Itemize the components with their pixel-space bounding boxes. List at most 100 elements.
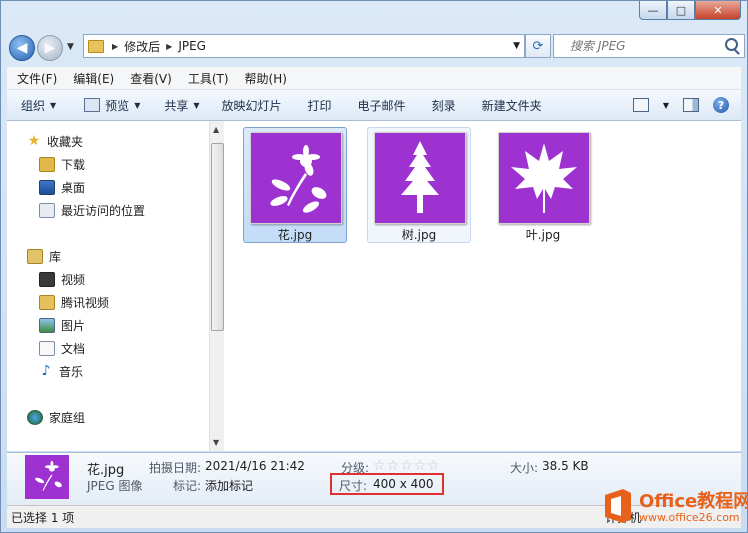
scroll-down-icon[interactable]: ▼ xyxy=(213,438,219,447)
menu-edit[interactable]: 编辑(E) xyxy=(67,70,120,87)
print-button[interactable]: 打印 xyxy=(308,97,332,114)
watermark-brand: Office教程网 xyxy=(639,491,748,512)
flower-icon xyxy=(35,460,62,491)
sidebar-item-music[interactable]: ♪ 音乐 xyxy=(39,361,83,381)
close-button[interactable]: ✕ xyxy=(695,1,741,20)
sidebar-item-tencent-video[interactable]: 腾讯视频 xyxy=(39,292,109,312)
preview-label: 预览 xyxy=(105,98,130,113)
tags-field[interactable]: 添加标记 xyxy=(205,477,253,494)
scroll-up-icon[interactable]: ▲ xyxy=(213,125,219,134)
burn-button[interactable]: 刻录 xyxy=(432,97,456,114)
search-input[interactable] xyxy=(568,38,722,54)
pictures-library-icon xyxy=(39,317,55,333)
navigation-scrollbar[interactable]: ▲ ▼ xyxy=(209,121,224,451)
sidebar-item-downloads[interactable]: 下载 xyxy=(39,154,85,174)
address-row: ◀ ▶ ▼ ▶ 修改后 ▶ JPEG ▼ ⟳ xyxy=(7,32,745,62)
slideshow-button[interactable]: 放映幻灯片 xyxy=(222,97,282,114)
file-name: 叶.jpg xyxy=(525,228,561,242)
file-item[interactable]: 花.jpg xyxy=(243,127,347,243)
scrollbar-thumb[interactable] xyxy=(211,143,224,331)
desktop-icon xyxy=(39,179,55,195)
breadcrumb-item[interactable]: JPEG xyxy=(178,39,206,53)
organize-label: 组织 xyxy=(21,98,46,113)
menu-file[interactable]: 文件(F) xyxy=(11,70,63,87)
sidebar-item-homegroup[interactable]: 家庭组 xyxy=(27,407,85,427)
new-folder-label: 新建文件夹 xyxy=(481,98,542,113)
breadcrumb-arrow-icon[interactable]: ▶ xyxy=(112,42,118,51)
sidebar-item-label: 收藏夹 xyxy=(47,134,84,149)
forward-button[interactable]: ▶ xyxy=(37,35,63,61)
size-value: 38.5 KB xyxy=(542,459,589,473)
breadcrumb-arrow-icon[interactable]: ▶ xyxy=(166,42,172,51)
sidebar-item-label: 图片 xyxy=(61,318,86,333)
share-label: 共享 xyxy=(164,98,189,113)
back-button[interactable]: ◀ xyxy=(9,35,35,61)
sidebar-item-favorites[interactable]: ★ 收藏夹 xyxy=(27,131,83,151)
search-icon[interactable] xyxy=(725,38,738,51)
sidebar-item-libraries[interactable]: 库 xyxy=(27,246,61,266)
change-view-icon[interactable] xyxy=(632,98,649,112)
search-box[interactable] xyxy=(553,34,745,58)
file-item[interactable]: 叶.jpg xyxy=(491,127,595,243)
folder-icon xyxy=(88,39,104,53)
content-area: ★ 收藏夹 下载 桌面 最近访问的位置 库 视频 腾讯视频 图片 文档 ♪ 音乐… xyxy=(7,121,741,451)
star-icon[interactable]: ☆ xyxy=(427,459,440,473)
burn-label: 刻录 xyxy=(431,98,456,113)
sidebar-item-label: 文档 xyxy=(61,341,86,356)
sidebar-item-label: 下载 xyxy=(61,157,86,172)
date-taken-value: 2021/4/16 21:42 xyxy=(205,459,305,473)
star-icon[interactable]: ☆ xyxy=(387,459,400,473)
sidebar-item-recent-places[interactable]: 最近访问的位置 xyxy=(39,200,145,220)
new-folder-button[interactable]: 新建文件夹 xyxy=(482,97,542,114)
rating-stars[interactable]: ☆ ☆ ☆ ☆ ☆ xyxy=(373,459,440,473)
watermark-url: www.office26.com xyxy=(639,511,740,524)
menu-tools[interactable]: 工具(T) xyxy=(182,70,235,87)
email-button[interactable]: 电子邮件 xyxy=(358,97,406,114)
chevron-down-icon: ▼ xyxy=(193,100,200,110)
sidebar-item-label: 音乐 xyxy=(59,364,84,379)
slideshow-label: 放映幻灯片 xyxy=(221,98,282,113)
office-logo-icon xyxy=(605,489,631,523)
sidebar-item-documents[interactable]: 文档 xyxy=(39,338,85,358)
preview-pane-icon[interactable] xyxy=(683,98,699,112)
flower-icon xyxy=(270,145,327,213)
address-dropdown-icon[interactable]: ▼ xyxy=(513,41,520,51)
breadcrumb-item[interactable]: 修改后 xyxy=(124,38,160,55)
star-icon[interactable]: ☆ xyxy=(414,459,427,473)
view-controls: ▼ ? xyxy=(632,97,729,113)
chevron-down-icon[interactable]: ▼ xyxy=(663,101,669,110)
navigation-pane: ★ 收藏夹 下载 桌面 最近访问的位置 库 视频 腾讯视频 图片 文档 ♪ 音乐… xyxy=(7,121,207,451)
downloads-folder-icon xyxy=(39,156,55,172)
documents-library-icon xyxy=(39,340,55,356)
video-library-icon xyxy=(39,271,55,287)
details-file-type: JPEG 图像 xyxy=(87,479,143,493)
sidebar-item-desktop[interactable]: 桌面 xyxy=(39,177,85,197)
date-taken-label: 拍摄日期: xyxy=(149,461,202,475)
address-bar[interactable]: ▶ 修改后 ▶ JPEG ▼ xyxy=(83,34,525,58)
star-icon: ★ xyxy=(27,133,41,149)
recent-places-icon xyxy=(39,202,55,218)
sidebar-item-label: 最近访问的位置 xyxy=(61,203,146,218)
minimize-button[interactable]: — xyxy=(639,1,667,20)
help-icon[interactable]: ? xyxy=(713,97,729,113)
sidebar-item-label: 桌面 xyxy=(61,180,86,195)
sidebar-item-videos[interactable]: 视频 xyxy=(39,269,85,289)
maximize-button[interactable]: □ xyxy=(667,1,695,20)
explorer-window: — □ ✕ ◀ ▶ ▼ ▶ 修改后 ▶ JPEG ▼ ⟳ 文件(F) 编辑(E)… xyxy=(0,0,748,533)
menu-help[interactable]: 帮助(H) xyxy=(239,70,293,87)
print-label: 打印 xyxy=(307,98,332,113)
chevron-down-icon: ▼ xyxy=(134,100,141,110)
refresh-button[interactable]: ⟳ xyxy=(525,34,551,58)
preview-button[interactable]: 预览 ▼ xyxy=(84,97,140,114)
tree-thumbnail xyxy=(374,132,466,224)
organize-button[interactable]: 组织 ▼ xyxy=(21,97,56,114)
library-icon xyxy=(27,248,43,264)
menu-view[interactable]: 查看(V) xyxy=(124,70,178,87)
star-icon[interactable]: ☆ xyxy=(373,459,386,473)
sidebar-item-pictures[interactable]: 图片 xyxy=(39,315,85,335)
recent-pages-dropdown[interactable]: ▼ xyxy=(67,42,74,52)
selection-status: 已选择 1 项 xyxy=(11,510,75,525)
star-icon[interactable]: ☆ xyxy=(400,459,413,473)
share-button[interactable]: 共享 ▼ xyxy=(164,97,199,114)
file-item[interactable]: 树.jpg xyxy=(367,127,471,243)
